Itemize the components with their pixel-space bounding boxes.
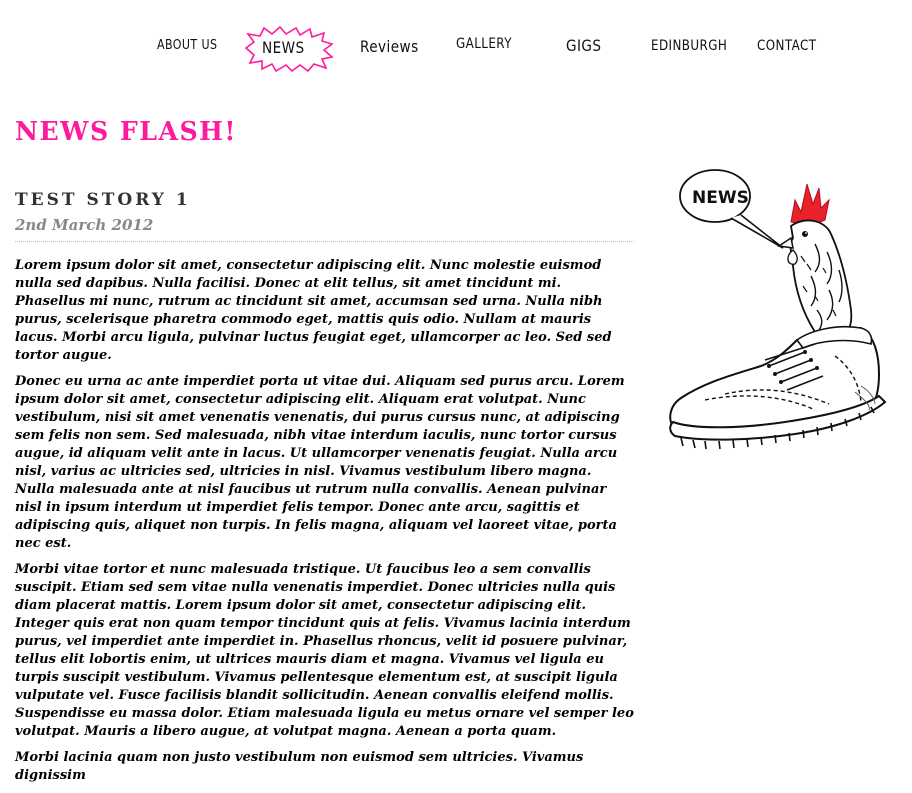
speech-bubble-icon: NEWS: [679, 169, 784, 249]
news-story: TEST STORY 1 2nd March 2012 Lorem ipsum …: [15, 190, 634, 793]
story-paragraph: Morbi vitae tortor et nunc malesuada tri…: [15, 562, 634, 739]
main-nav: About us News Reviews Gallery Gigs Edinb…: [0, 0, 912, 90]
nav-news-label: News: [262, 38, 305, 57]
story-title: TEST STORY 1: [15, 190, 191, 210]
story-paragraph: Lorem ipsum dolor sit amet, consectetur …: [15, 258, 612, 363]
story-date: 2nd March 2012: [15, 216, 154, 234]
story-paragraph: Morbi lacinia quam non justo vestibulum …: [15, 750, 584, 783]
nav-about-us[interactable]: About us: [157, 38, 217, 53]
story-paragraph: Donec eu urna ac ante imperdiet porta ut…: [15, 374, 625, 551]
nav-contact[interactable]: Contact: [757, 38, 816, 54]
speech-bubble-text: NEWS: [692, 188, 749, 208]
nav-gigs[interactable]: Gigs: [566, 36, 601, 55]
chicken-sneaker-drawing-icon: NEWS: [669, 169, 887, 450]
nav-edinburgh[interactable]: Edinburgh: [651, 38, 727, 54]
page-title: NEWS FLASH!: [15, 117, 237, 147]
nav-gallery[interactable]: Gallery: [456, 36, 512, 52]
chicken-sneaker-illustration: NEWS: [665, 160, 900, 460]
nav-reviews[interactable]: Reviews: [360, 37, 419, 56]
nav-news[interactable]: News: [242, 26, 334, 72]
story-divider: [15, 241, 634, 242]
